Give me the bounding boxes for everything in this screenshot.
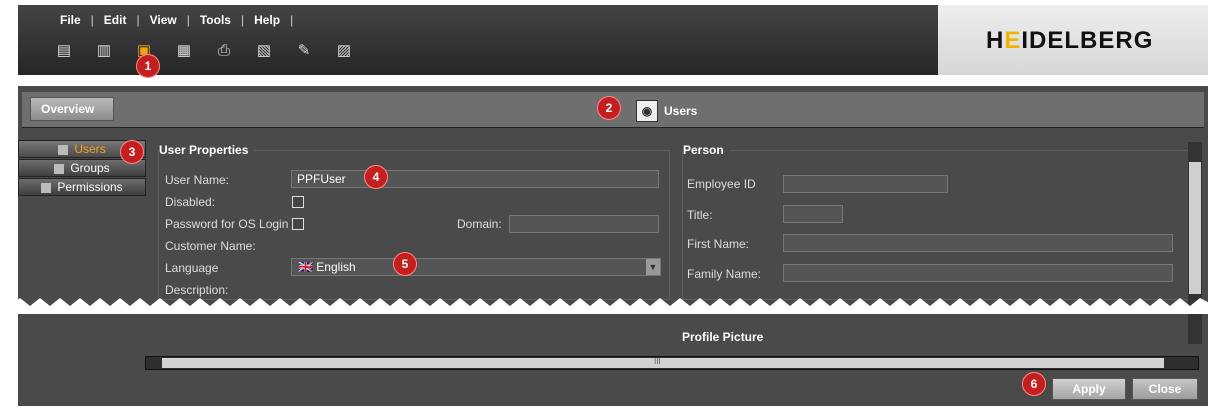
- menu-edit[interactable]: Edit: [94, 13, 137, 27]
- uk-flag-icon: 🇬🇧: [298, 260, 313, 274]
- horizontal-scroll-thumb[interactable]: III: [162, 357, 1164, 368]
- document-icon[interactable]: ▤: [56, 41, 72, 61]
- title-field[interactable]: [783, 205, 843, 223]
- scroll-grip: III: [654, 357, 661, 366]
- users-icon: [58, 144, 69, 155]
- menu-file[interactable]: File: [40, 13, 91, 27]
- pen-icon[interactable]: ▦: [176, 41, 192, 61]
- toolbar: ▤ ▥ ▣ ▦ ⎙ ▧ ✎ ▨: [56, 41, 352, 61]
- profile-picture-title: Profile Picture: [682, 330, 764, 344]
- menu-list: File | Edit | View | Tools | Help |: [40, 13, 293, 27]
- brand-banner: HEIDELBERG: [938, 5, 1208, 75]
- export-icon[interactable]: ▧: [256, 41, 272, 61]
- callout-badge: 1: [136, 54, 160, 78]
- disabled-checkbox[interactable]: [292, 196, 304, 208]
- language-label: Language: [165, 261, 219, 275]
- close-button[interactable]: Close: [1132, 378, 1198, 400]
- permissions-icon: [41, 182, 52, 193]
- users-icon: ◉: [636, 100, 658, 122]
- family-name-field[interactable]: [783, 264, 1173, 282]
- first-name-label: First Name:: [687, 237, 750, 251]
- user-name-label: User Name:: [165, 173, 230, 187]
- vertical-scroll-thumb[interactable]: [1189, 162, 1201, 294]
- overview-button[interactable]: Overview: [30, 97, 114, 121]
- callout-badge: 4: [364, 165, 388, 189]
- customer-name-label: Customer Name:: [165, 239, 256, 253]
- menu-separator: |: [290, 13, 294, 27]
- printer-icon[interactable]: ⎙: [216, 41, 232, 61]
- menu-help[interactable]: Help: [244, 13, 290, 27]
- sidebar-item-permissions[interactable]: Permissions: [18, 178, 146, 196]
- user-properties-title: User Properties: [159, 143, 255, 157]
- signature-icon[interactable]: ✎: [296, 41, 312, 61]
- person-title: Person: [683, 143, 730, 157]
- horizontal-scrollbar[interactable]: III: [145, 356, 1199, 370]
- domain-field[interactable]: [509, 215, 659, 233]
- callout-badge: 3: [120, 140, 144, 164]
- disabled-label: Disabled:: [165, 195, 216, 209]
- menu-view[interactable]: View: [140, 13, 187, 27]
- person-panel: Person Employee ID Title: First Name: Fa…: [682, 143, 1192, 300]
- chevron-down-icon[interactable]: ▼: [646, 259, 660, 275]
- file-icon[interactable]: ▨: [336, 41, 352, 61]
- employee-id-label: Employee ID: [687, 177, 756, 191]
- family-name-label: Family Name:: [687, 267, 762, 281]
- callout-badge: 5: [393, 252, 417, 276]
- callout-badge: 2: [597, 96, 621, 120]
- groups-icon: [54, 163, 65, 174]
- callout-badge: 6: [1022, 372, 1046, 396]
- tear-divider: [0, 298, 1215, 314]
- page-title-text: Users: [664, 104, 698, 118]
- heidelberg-logo: HEIDELBERG: [986, 27, 1154, 54]
- password-label: Password for OS Login: [165, 217, 289, 231]
- domain-label: Domain:: [457, 217, 502, 231]
- chart-icon[interactable]: ▥: [96, 41, 112, 61]
- menu-tools[interactable]: Tools: [190, 13, 241, 27]
- page-title: ◉ Users: [636, 100, 697, 122]
- user-name-field[interactable]: PPFUser: [291, 170, 659, 188]
- password-checkbox[interactable]: [292, 218, 304, 230]
- main-window: Overview ◉ Users Users Groups Permission…: [18, 86, 1208, 406]
- apply-button[interactable]: Apply: [1052, 378, 1126, 400]
- first-name-field[interactable]: [783, 234, 1173, 252]
- title-label: Title:: [687, 208, 713, 222]
- employee-id-field[interactable]: [783, 175, 948, 193]
- language-select[interactable]: 🇬🇧 English ▼: [291, 258, 661, 276]
- user-properties-panel: User Properties User Name: PPFUser Disab…: [158, 143, 670, 300]
